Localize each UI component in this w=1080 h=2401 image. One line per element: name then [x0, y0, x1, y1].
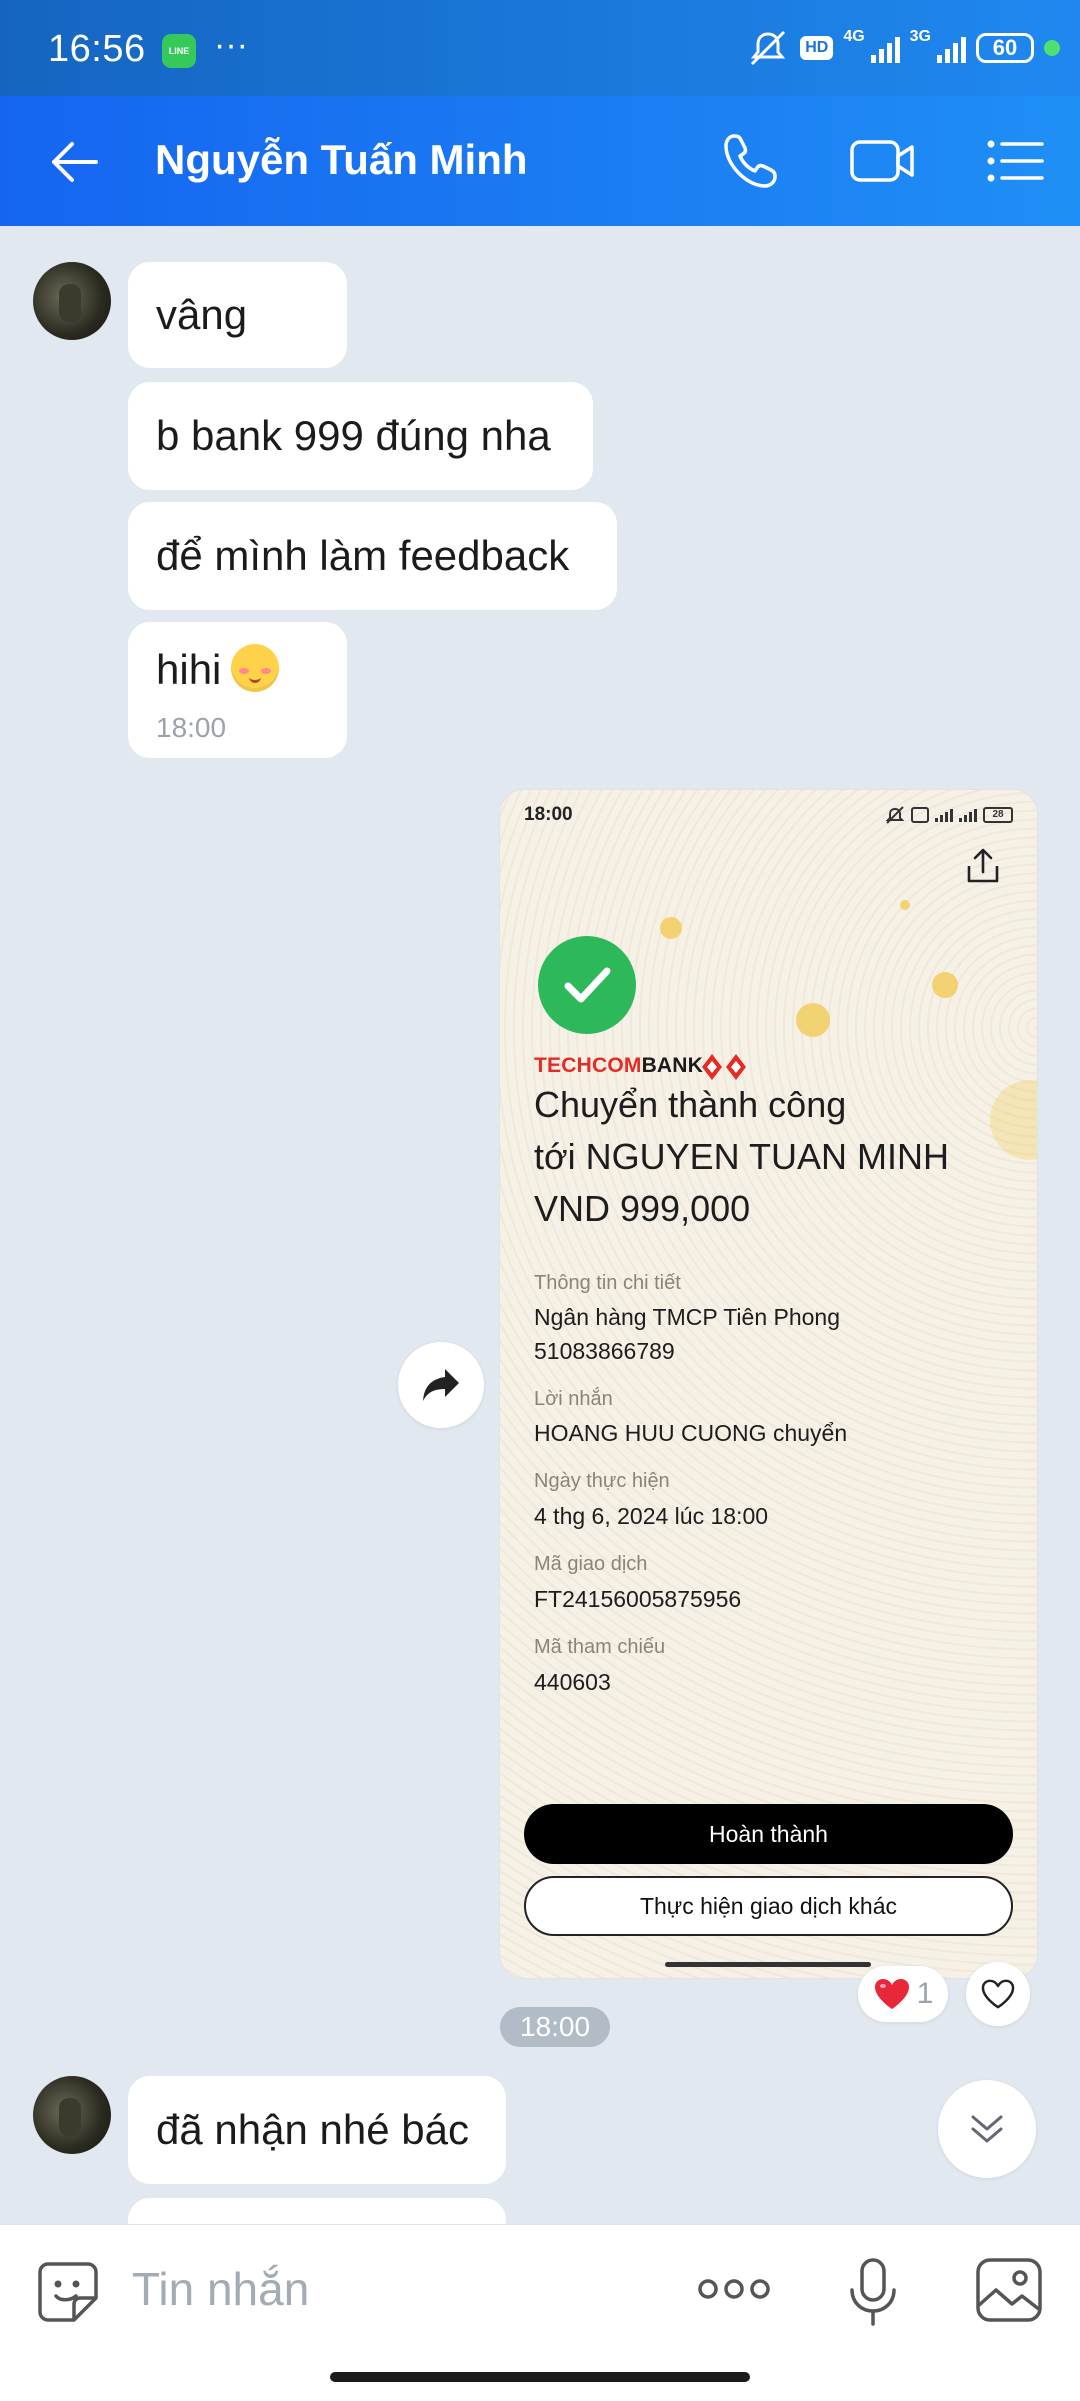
privacy-indicator	[1044, 40, 1060, 56]
receipt-status-time: 18:00	[524, 804, 573, 825]
message-bubble[interactable]: đã nhận nhé bác	[128, 2076, 506, 2184]
more-notifications-icon: ···	[214, 26, 248, 64]
receipt-amount: VND 999,000	[534, 1188, 751, 1229]
techcombank-logo-icon	[702, 1054, 746, 1080]
status-icons: HD 4G 3G 60	[746, 28, 1060, 68]
line-app-icon: LINE	[162, 34, 196, 68]
heart-reaction-icon	[874, 1979, 909, 2009]
status-time: 16:56	[48, 28, 146, 70]
battery-icon: 60	[976, 33, 1034, 63]
receipt-headline-recipient: tới NGUYEN TUAN MINH	[534, 1136, 949, 1177]
date-label: Ngày thực hiện	[534, 1470, 670, 1492]
receipt-status-icons: 28	[885, 806, 1013, 824]
menu-list-icon[interactable]	[984, 130, 1046, 192]
video-call-icon[interactable]	[848, 130, 918, 192]
message-bubble[interactable]: hihi 18:00	[128, 622, 347, 758]
gallery-image-icon[interactable]	[974, 2256, 1044, 2324]
phone-call-icon[interactable]	[720, 130, 782, 192]
decorative-coin	[932, 972, 958, 998]
sticker-emoji-icon[interactable]	[34, 2258, 102, 2326]
message-bubble[interactable]: vâng	[128, 262, 347, 368]
transfer-date: 4 thg 6, 2024 lúc 18:00	[534, 1503, 769, 1529]
receipt-new-transaction-button: Thực hiện giao dịch khác	[524, 1876, 1013, 1936]
receipt-silent-icon	[885, 806, 905, 824]
receipt-hd-icon	[911, 807, 929, 823]
decorative-coin	[796, 1003, 830, 1037]
microphone-icon[interactable]	[846, 2256, 900, 2328]
receipt-signal-icon-2	[959, 808, 977, 822]
transfer-message: HOANG HUU CUONG chuyển	[534, 1420, 848, 1446]
back-arrow-icon[interactable]	[46, 134, 102, 190]
transaction-id-label: Mã giao dịch	[534, 1553, 648, 1575]
message-text: đã nhận nhé bác	[156, 2106, 469, 2153]
shared-receipt-image[interactable]: 18:00 28 TECHCOMBANK Chuyển thành công t…	[500, 790, 1037, 1978]
message-input[interactable]: Tin nhắn	[132, 2262, 309, 2316]
silent-mode-icon	[751, 30, 786, 66]
scroll-to-bottom-button[interactable]	[938, 2080, 1036, 2178]
receipt-share-icon	[967, 848, 999, 883]
message-bubble[interactable]: để mình làm feedback	[128, 502, 617, 610]
receipt-battery-icon: 28	[983, 807, 1013, 823]
contact-avatar[interactable]	[33, 262, 111, 340]
gesture-navigation-bar[interactable]	[330, 2372, 750, 2382]
network-3g-label: 3G	[909, 28, 931, 45]
blush-emoji-icon	[231, 644, 280, 692]
signal-icon-1	[870, 33, 900, 63]
reference-label: Mã tham chiếu	[534, 1636, 666, 1658]
reference-code: 440603	[534, 1669, 611, 1695]
receipt-home-indicator	[665, 1962, 871, 1967]
contact-name[interactable]: Nguyễn Tuấn Minh	[155, 136, 528, 184]
detail-label: Thông tin chi tiết	[534, 1272, 681, 1294]
decorative-coin	[900, 900, 910, 910]
receipt-headline-status: Chuyển thành công	[534, 1084, 847, 1125]
receipt-signal-icon	[935, 808, 953, 822]
message-text: để mình làm feedback	[156, 532, 570, 579]
bank-name: Ngân hàng TMCP Tiên Phong	[534, 1304, 841, 1330]
message-text: vâng	[156, 291, 248, 338]
image-timestamp: 18:00	[500, 2007, 610, 2047]
double-chevron-down-icon	[971, 2115, 1003, 2143]
status-bar: 16:56 LINE ··· HD 4G 3G 60	[0, 0, 1080, 96]
reaction-summary[interactable]: 1	[858, 1966, 948, 2022]
message-text: b bank 999 đúng nha	[156, 412, 551, 459]
account-number: 51083866789	[534, 1338, 675, 1364]
hd-voice-icon: HD	[800, 36, 834, 60]
reaction-count: 1	[916, 1977, 934, 2010]
transaction-id: FT24156005875956	[534, 1586, 742, 1612]
message-text: hihi	[156, 646, 222, 693]
message-label: Lời nhắn	[534, 1388, 613, 1410]
techcombank-logo-text: TECHCOMBANK	[534, 1054, 704, 1077]
contact-avatar[interactable]	[33, 2076, 111, 2154]
heart-outline-icon	[981, 1979, 1015, 2009]
like-reaction-button[interactable]	[966, 1962, 1030, 2026]
chat-header: Nguyễn Tuấn Minh	[0, 96, 1080, 226]
share-arrow-icon	[423, 1369, 459, 1401]
decorative-coin	[660, 917, 682, 939]
network-4g-label: 4G	[843, 28, 865, 45]
receipt-done-button: Hoàn thành	[524, 1804, 1013, 1864]
forward-button[interactable]	[398, 1342, 484, 1428]
message-timestamp: 18:00	[156, 712, 227, 743]
success-check-icon	[538, 936, 636, 1034]
message-bubble[interactable]: b bank 999 đúng nha	[128, 382, 593, 490]
more-options-icon[interactable]	[696, 2274, 772, 2304]
signal-icon-2	[937, 33, 966, 63]
